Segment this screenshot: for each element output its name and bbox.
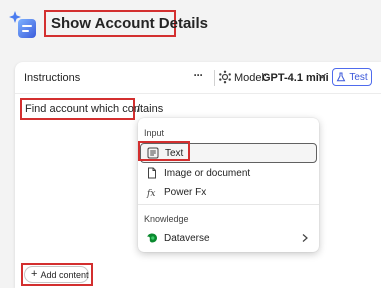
- document-icon: [145, 166, 159, 180]
- chevron-right-icon: [302, 234, 308, 242]
- test-button[interactable]: Test: [332, 68, 372, 86]
- test-button-label: Test: [349, 71, 368, 83]
- page-header: Show Account Details: [0, 0, 381, 48]
- divider: [214, 70, 215, 86]
- menu-section-knowledge: Knowledge: [144, 214, 189, 224]
- svg-text:fx: fx: [146, 189, 155, 198]
- agent-title: Show Account Details: [44, 10, 208, 37]
- menu-item-label: Dataverse: [164, 232, 210, 244]
- sparkle-agent-icon: [9, 11, 36, 38]
- instructions-header: Instructions ··· Model: GPT-4.1 mini Tes…: [15, 62, 381, 94]
- menu-item-text[interactable]: Text: [140, 143, 317, 163]
- menu-item-power-fx[interactable]: fx Power Fx: [140, 182, 317, 202]
- insert-menu: Input Text Image or document fx Power Fx…: [138, 118, 319, 252]
- plus-icon: +: [31, 268, 38, 280]
- menu-divider: [138, 204, 319, 205]
- add-content-label: Add content: [40, 269, 89, 280]
- menu-item-label: Text: [165, 147, 184, 159]
- dataverse-icon: [145, 231, 159, 245]
- slash-trigger: /: [137, 103, 141, 115]
- menu-section-input: Input: [144, 128, 165, 138]
- menu-item-label: Power Fx: [164, 186, 207, 198]
- menu-item-dataverse[interactable]: Dataverse: [140, 228, 317, 248]
- menu-item-label: Image or document: [164, 167, 251, 179]
- instructions-title: Instructions: [24, 72, 81, 84]
- instructions-input[interactable]: Find account which contains: [20, 98, 163, 120]
- add-content-button[interactable]: + Add content: [24, 266, 89, 283]
- text-icon: [146, 146, 160, 160]
- menu-item-image-or-document[interactable]: Image or document: [140, 163, 317, 183]
- flask-icon: [337, 72, 346, 82]
- model-icon: [219, 70, 231, 84]
- chevron-down-icon[interactable]: [317, 71, 327, 81]
- fx-icon: fx: [145, 185, 159, 199]
- more-options-button[interactable]: ···: [191, 68, 205, 84]
